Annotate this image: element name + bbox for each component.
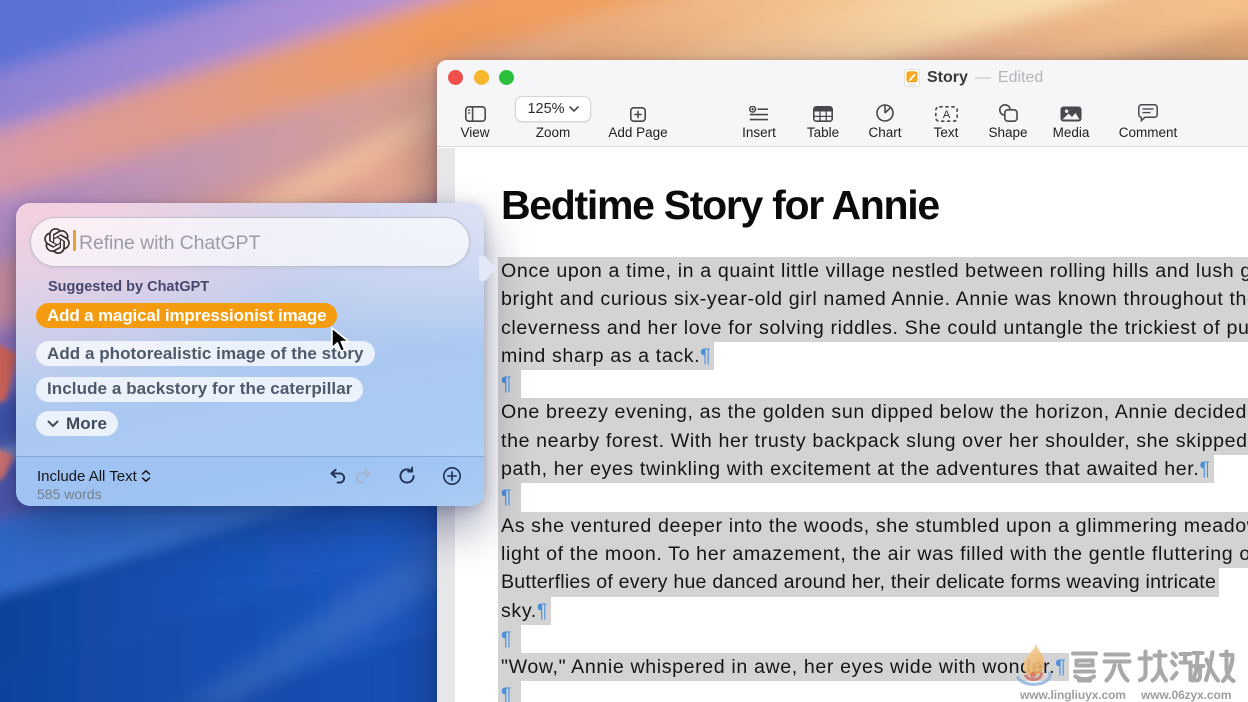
- svg-text:A: A: [942, 109, 950, 121]
